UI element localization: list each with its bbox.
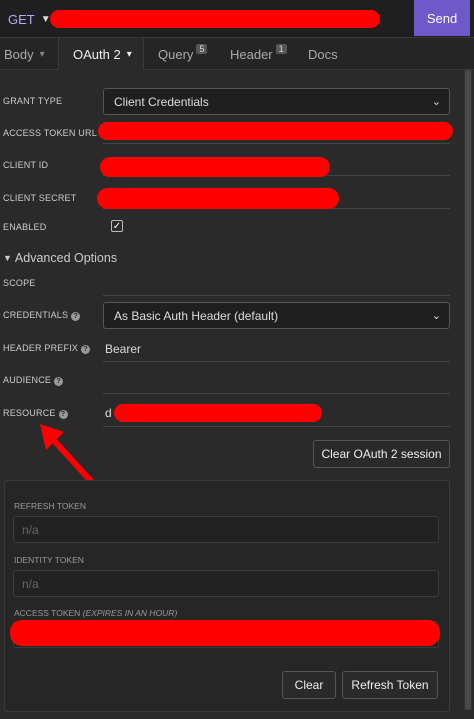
client-id-label: CLIENT ID bbox=[3, 160, 49, 170]
tab-docs-label: Docs bbox=[308, 46, 338, 62]
grant-type-label: GRANT TYPE bbox=[3, 96, 63, 106]
help-icon[interactable]: ? bbox=[54, 377, 64, 386]
refresh-token-button[interactable]: Refresh Token bbox=[342, 671, 438, 699]
clear-oauth2-session-button[interactable]: Clear OAuth 2 session bbox=[313, 440, 450, 468]
scope-field[interactable] bbox=[103, 272, 450, 296]
access-token-url-redacted bbox=[98, 122, 453, 140]
client-id-redacted bbox=[100, 157, 330, 177]
tab-query[interactable]: Query 5 bbox=[158, 38, 218, 70]
header-prefix-label: HEADER PREFIX? bbox=[3, 343, 91, 354]
credentials-value: As Basic Auth Header (default) bbox=[114, 308, 279, 323]
advanced-options-label: Advanced Options bbox=[14, 251, 118, 265]
tab-query-count: 5 bbox=[196, 44, 208, 54]
enabled-checkbox[interactable]: ✓ bbox=[111, 220, 123, 232]
identity-token-placeholder: n/a bbox=[22, 576, 39, 591]
chevron-down-icon: ⌄ bbox=[431, 96, 441, 108]
access-token-url-label: ACCESS TOKEN URL bbox=[3, 128, 97, 138]
audience-label-text: AUDIENCE bbox=[3, 375, 52, 385]
grant-type-select[interactable]: Client Credentials ⌄ bbox=[103, 88, 450, 115]
caret-down-icon: ▼ bbox=[3, 253, 12, 263]
enabled-label: ENABLED bbox=[3, 222, 47, 232]
resource-label-text: RESOURCE bbox=[3, 408, 56, 418]
audience-field[interactable] bbox=[103, 368, 450, 394]
identity-token-label: IDENTITY TOKEN bbox=[14, 555, 84, 565]
request-tabs: Body ▾ OAuth 2 ▾ Query 5 Header 1 Docs bbox=[0, 38, 474, 70]
send-button[interactable]: Send bbox=[414, 0, 470, 36]
refresh-token-placeholder: n/a bbox=[22, 522, 39, 537]
identity-token-field[interactable]: n/a bbox=[13, 570, 439, 597]
client-secret-redacted bbox=[97, 188, 339, 209]
access-token-label-text: ACCESS TOKEN bbox=[14, 608, 81, 618]
url-input-redacted[interactable] bbox=[50, 10, 380, 28]
access-token-label: ACCESS TOKEN (EXPIRES IN AN HOUR) bbox=[14, 608, 177, 618]
method-label: GET bbox=[8, 11, 35, 27]
tab-oauth2-label: OAuth 2 bbox=[73, 46, 121, 62]
tab-docs[interactable]: Docs bbox=[308, 38, 348, 70]
header-prefix-label-text: HEADER PREFIX bbox=[3, 343, 79, 353]
tab-header-label: Header bbox=[230, 46, 273, 62]
refresh-token-field[interactable]: n/a bbox=[13, 516, 439, 543]
audience-label: AUDIENCE? bbox=[3, 375, 64, 386]
clear-tokens-button[interactable]: Clear bbox=[282, 671, 336, 699]
tab-body-label: Body bbox=[4, 46, 34, 62]
header-prefix-field[interactable]: Bearer bbox=[103, 336, 450, 362]
client-secret-label: CLIENT SECRET bbox=[3, 193, 77, 203]
help-icon[interactable]: ? bbox=[71, 312, 81, 321]
checkmark-icon: ✓ bbox=[112, 220, 122, 232]
access-token-expiry-note: (EXPIRES IN AN HOUR) bbox=[82, 608, 178, 618]
tab-header[interactable]: Header 1 bbox=[230, 38, 290, 70]
credentials-select[interactable]: As Basic Auth Header (default) ⌄ bbox=[103, 302, 450, 329]
caret-down-icon: ▾ bbox=[126, 48, 132, 60]
help-icon[interactable]: ? bbox=[81, 345, 91, 354]
resource-redacted bbox=[114, 404, 322, 422]
tab-body[interactable]: Body ▾ bbox=[4, 38, 56, 70]
caret-down-icon: ▾ bbox=[39, 48, 45, 60]
tab-query-label: Query bbox=[158, 46, 194, 62]
advanced-options-toggle[interactable]: ▼ Advanced Options bbox=[3, 251, 117, 265]
tab-header-count: 1 bbox=[275, 44, 287, 54]
chevron-down-icon: ⌄ bbox=[431, 310, 441, 322]
tab-oauth2[interactable]: OAuth 2 ▾ bbox=[58, 38, 144, 70]
credentials-label-text: CREDENTIALS bbox=[3, 310, 69, 320]
scrollbar-thumb[interactable] bbox=[465, 70, 471, 710]
credentials-label: CREDENTIALS? bbox=[3, 310, 81, 321]
grant-type-value: Client Credentials bbox=[114, 94, 209, 109]
method-dropdown[interactable]: GET ▼ bbox=[0, 0, 51, 38]
header-prefix-value: Bearer bbox=[105, 342, 142, 356]
refresh-token-label: REFRESH TOKEN bbox=[14, 501, 86, 511]
access-token-redacted bbox=[10, 620, 440, 646]
scope-label: SCOPE bbox=[3, 278, 36, 288]
